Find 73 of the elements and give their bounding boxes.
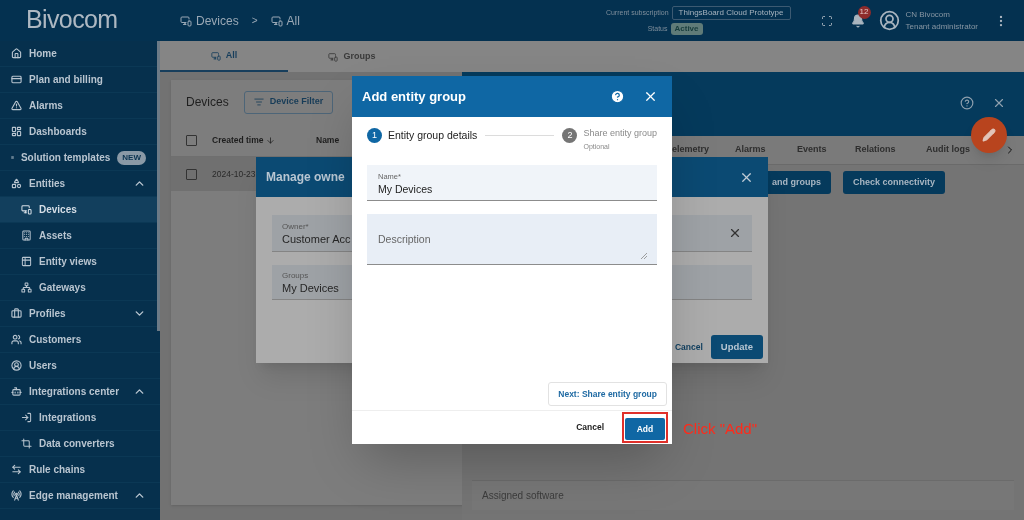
login-icon (21, 412, 32, 423)
close-icon[interactable] (992, 96, 1006, 110)
user-name: CN Bivocom (905, 8, 951, 21)
column-header[interactable]: Name (316, 133, 340, 147)
subscription-badge: ThingsBoard Cloud Prototype (671, 6, 791, 20)
crop-icon (21, 438, 32, 449)
step-number: 1 (367, 128, 382, 143)
avatar-icon[interactable] (878, 10, 900, 31)
breadcrumb-link[interactable]: All (270, 11, 300, 30)
breadcrumb-link[interactable]: Devices (180, 11, 239, 30)
device-icon (270, 14, 283, 27)
pencil-icon (982, 128, 996, 142)
clear-icon[interactable] (728, 226, 742, 240)
field-value: My Devices (378, 182, 434, 195)
row-checkbox[interactable] (186, 168, 197, 180)
notifications-button[interactable] (850, 13, 865, 28)
field-label: Assigned software (482, 489, 564, 503)
new-badge: NEW (117, 150, 146, 165)
robot-icon (11, 386, 22, 397)
card-icon (11, 74, 22, 85)
resize-handle-icon (641, 253, 647, 259)
cancel-button[interactable]: Cancel (674, 340, 703, 354)
device-icon (21, 204, 32, 215)
field-value: Customer Acc (282, 233, 351, 246)
field-value: My Devices (282, 282, 340, 295)
antenna-icon (11, 490, 22, 501)
dialog-title: Add entity group (362, 87, 466, 106)
fullscreen-icon[interactable] (820, 14, 833, 27)
logo: Bivocom (26, 4, 118, 33)
device-icon (328, 51, 339, 62)
step-label: Entity group details (388, 129, 478, 141)
close-icon[interactable] (643, 89, 658, 104)
field-label: Groups (282, 270, 310, 282)
notification-count: 12 (857, 5, 871, 19)
briefcase-icon (11, 308, 22, 319)
action-button[interactable]: Check connectivity (843, 171, 946, 194)
status-badge: Active (670, 23, 703, 35)
card-title: Devices (186, 94, 229, 111)
shapes-icon (11, 178, 22, 189)
device-icon (180, 14, 192, 27)
user-icon (11, 360, 22, 371)
user-role: Tenant administrator (905, 20, 978, 33)
select-all-checkbox[interactable] (186, 134, 197, 146)
filter-icon (253, 97, 264, 107)
step-number: 2 (562, 128, 578, 143)
network-icon (21, 282, 32, 293)
sort-icon (265, 135, 275, 145)
breadcrumb-separator: > (251, 14, 258, 28)
table-icon (21, 256, 32, 267)
sidebar-item[interactable]: Devices (0, 197, 160, 223)
arrows-icon (11, 464, 22, 475)
help-icon[interactable] (610, 89, 625, 104)
update-button[interactable]: Update (710, 335, 763, 359)
scrollbar[interactable] (157, 41, 160, 331)
column-header[interactable]: Created time (212, 133, 316, 147)
dialog-title: Manage owne (266, 169, 345, 186)
cancel-button[interactable]: Cancel (570, 417, 610, 438)
field-placeholder: Description (378, 233, 431, 245)
add-button[interactable]: Add (625, 418, 665, 441)
annotation-text: Click "Add" (683, 419, 757, 439)
table-cell: 2024-10-23 (212, 167, 256, 181)
step[interactable]: 1 Entity group details (367, 127, 478, 143)
building-icon (21, 230, 32, 241)
dashboard-icon (11, 126, 22, 137)
description-field[interactable]: Description (367, 214, 657, 265)
field-label: Owner* (282, 221, 310, 233)
next-button[interactable]: Next: Share entity group (548, 382, 667, 406)
people-icon (11, 334, 22, 345)
device-icon (210, 50, 221, 61)
home-icon (11, 48, 22, 59)
warning-icon (11, 100, 22, 111)
step-label: Share entity group (583, 127, 657, 139)
help-icon[interactable] (960, 96, 974, 110)
